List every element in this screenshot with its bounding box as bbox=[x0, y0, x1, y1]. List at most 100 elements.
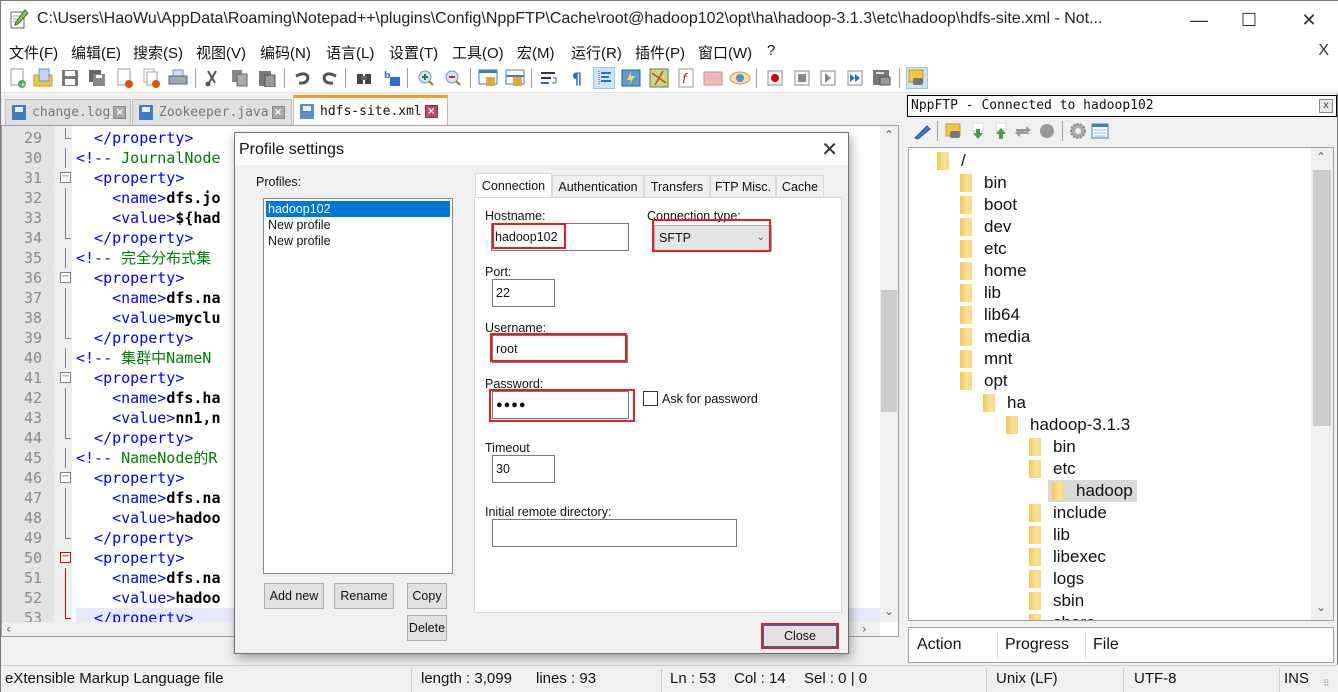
tree-folder-item[interactable]: / bbox=[937, 150, 966, 172]
nppftp-show-icon[interactable] bbox=[906, 67, 928, 89]
tab-hdfs-site-xml[interactable]: hdfs-site.xml × bbox=[293, 95, 448, 125]
save-macro-icon[interactable] bbox=[871, 67, 893, 89]
tree-folder-item[interactable]: boot bbox=[960, 194, 1017, 216]
password-field[interactable]: ●●●● bbox=[492, 391, 629, 419]
play-macro-icon[interactable] bbox=[817, 67, 839, 89]
doc-map-icon[interactable] bbox=[648, 67, 670, 89]
editor-vertical-scrollbar[interactable]: ⌃ ⌄ bbox=[880, 126, 898, 622]
tab-ftp-misc[interactable]: FTP Misc. bbox=[710, 175, 776, 197]
function-list-icon[interactable]: f bbox=[675, 67, 697, 89]
tree-folder-item[interactable]: bin bbox=[1029, 436, 1076, 458]
menu-run[interactable]: 运行(R) bbox=[571, 42, 622, 63]
initial-remote-directory-field[interactable] bbox=[492, 519, 737, 547]
tab-transfers[interactable]: Transfers bbox=[644, 175, 710, 197]
status-encoding[interactable]: UTF-8 bbox=[1134, 670, 1177, 687]
message-window-icon[interactable] bbox=[1089, 120, 1111, 142]
tree-folder-item[interactable]: include bbox=[1029, 502, 1107, 524]
profile-item[interactable]: hadoop102 bbox=[266, 201, 450, 217]
tree-folder-item[interactable]: bin bbox=[960, 172, 1007, 194]
queue-header-file[interactable]: File bbox=[1093, 636, 1119, 654]
fold-toggle-icon[interactable]: − bbox=[60, 472, 71, 483]
tree-folder-item[interactable]: lib bbox=[1029, 524, 1070, 546]
cut-icon[interactable] bbox=[201, 67, 223, 89]
hostname-field[interactable]: hadoop102 bbox=[491, 223, 629, 251]
monitoring-icon[interactable] bbox=[729, 67, 751, 89]
tree-folder-item[interactable]: mnt bbox=[960, 348, 1012, 370]
tab-change-log[interactable]: change.log × bbox=[5, 99, 131, 125]
close-all-icon[interactable] bbox=[141, 67, 163, 89]
replace-icon[interactable]: b bbox=[381, 67, 403, 89]
scrollbar-thumb[interactable] bbox=[1313, 170, 1331, 426]
sync-vertical-icon[interactable] bbox=[477, 67, 499, 89]
indent-guide-icon[interactable] bbox=[593, 67, 615, 89]
port-field[interactable]: 22 bbox=[492, 279, 555, 307]
tree-folder-item[interactable]: logs bbox=[1029, 568, 1084, 590]
tree-vertical-scrollbar[interactable]: ⌃ ⌄ bbox=[1311, 148, 1333, 620]
tree-folder-item[interactable]: lib64 bbox=[960, 304, 1020, 326]
status-eol[interactable]: Unix (LF) bbox=[996, 670, 1058, 687]
tree-folder-item[interactable]: opt bbox=[960, 370, 1008, 392]
open-directory-icon[interactable] bbox=[943, 120, 965, 142]
menu-window[interactable]: 窗口(W) bbox=[698, 42, 752, 63]
scroll-right-icon[interactable]: › bbox=[862, 622, 867, 636]
udl-icon[interactable] bbox=[620, 67, 642, 89]
timeout-field[interactable]: 30 bbox=[492, 455, 555, 483]
upload-icon[interactable] bbox=[990, 120, 1012, 142]
settings-icon[interactable] bbox=[1067, 120, 1089, 142]
stop-record-icon[interactable] bbox=[791, 67, 813, 89]
redo-icon[interactable] bbox=[319, 67, 341, 89]
queue-header-action[interactable]: Action bbox=[917, 636, 961, 654]
dialog-close-icon[interactable]: ✕ bbox=[821, 137, 838, 161]
close-window-button[interactable]: ✕ bbox=[1281, 1, 1337, 39]
scroll-down-icon[interactable]: ⌄ bbox=[884, 604, 894, 618]
menu-settings[interactable]: 设置(T) bbox=[389, 42, 438, 63]
tree-folder-item[interactable]: etc bbox=[960, 238, 1007, 260]
tree-folder-item[interactable]: dev bbox=[960, 216, 1011, 238]
zoom-out-icon[interactable] bbox=[442, 67, 464, 89]
scrollbar-thumb[interactable] bbox=[881, 290, 897, 412]
copy-profile-button[interactable]: Copy bbox=[407, 583, 447, 609]
new-file-icon[interactable]: + bbox=[7, 67, 29, 89]
menu-macro[interactable]: 宏(M) bbox=[517, 42, 555, 63]
menu-edit[interactable]: 编辑(E) bbox=[71, 42, 121, 63]
tree-folder-item[interactable]: share bbox=[1029, 612, 1096, 620]
connect-icon[interactable] bbox=[911, 120, 933, 142]
zoom-in-icon[interactable] bbox=[415, 67, 437, 89]
tree-folder-item[interactable]: ha bbox=[983, 392, 1026, 414]
profiles-list[interactable]: hadoop102 New profile New profile bbox=[263, 198, 453, 574]
close-document-button[interactable]: X bbox=[1318, 42, 1329, 60]
close-icon[interactable] bbox=[114, 67, 136, 89]
save-icon[interactable] bbox=[59, 67, 81, 89]
tab-authentication[interactable]: Authentication bbox=[552, 175, 644, 197]
fold-toggle-icon[interactable]: − bbox=[60, 172, 71, 183]
scroll-left-icon[interactable]: ‹ bbox=[6, 622, 11, 636]
username-field[interactable]: root bbox=[492, 335, 628, 363]
minimize-button[interactable]: — bbox=[1171, 1, 1227, 39]
queue-header-progress[interactable]: Progress bbox=[1005, 636, 1069, 654]
tree-folder-item[interactable]: etc bbox=[1029, 458, 1076, 480]
tree-folder-item[interactable]: media bbox=[960, 326, 1030, 348]
menu-encoding[interactable]: 编码(N) bbox=[260, 42, 311, 63]
run-macro-multiple-icon[interactable] bbox=[844, 67, 866, 89]
maximize-button[interactable]: ☐ bbox=[1221, 1, 1277, 39]
word-wrap-icon[interactable] bbox=[538, 67, 560, 89]
tree-folder-item[interactable]: hadoop-3.1.3 bbox=[1006, 414, 1130, 436]
tree-folder-item[interactable]: lib bbox=[960, 282, 1001, 304]
rename-profile-button[interactable]: Rename bbox=[334, 583, 394, 609]
tab-connection[interactable]: Connection bbox=[475, 173, 552, 198]
paste-icon[interactable] bbox=[256, 67, 278, 89]
record-macro-icon[interactable] bbox=[764, 67, 786, 89]
tree-folder-item[interactable]: hadoop bbox=[1048, 480, 1137, 502]
scroll-down-icon[interactable]: ⌄ bbox=[1316, 600, 1326, 614]
download-icon[interactable] bbox=[967, 120, 989, 142]
menu-plugins[interactable]: 插件(P) bbox=[635, 42, 685, 63]
scroll-up-icon[interactable]: ⌃ bbox=[884, 128, 894, 142]
fold-toggle-icon[interactable]: − bbox=[60, 552, 71, 563]
menu-language[interactable]: 语言(L) bbox=[326, 42, 374, 63]
resize-grip-icon[interactable]: ⠿ bbox=[1323, 678, 1330, 689]
open-file-icon[interactable] bbox=[32, 67, 54, 89]
fold-toggle-icon[interactable]: − bbox=[60, 372, 71, 383]
profile-item[interactable]: New profile bbox=[266, 233, 450, 249]
sync-horizontal-icon[interactable] bbox=[504, 67, 526, 89]
scroll-up-icon[interactable]: ⌃ bbox=[1316, 150, 1326, 164]
